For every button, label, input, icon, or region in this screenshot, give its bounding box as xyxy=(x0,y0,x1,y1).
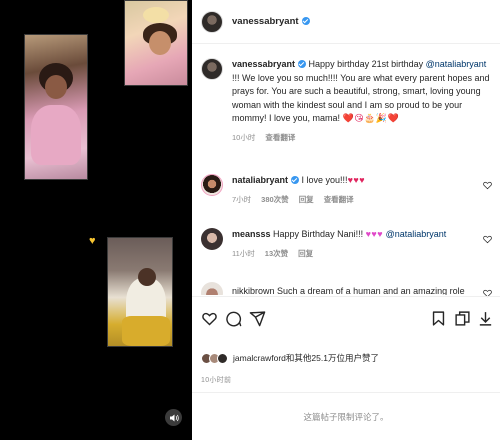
comment-time[interactable]: 7小时 xyxy=(232,194,251,205)
mention-link[interactable]: @nataliabryant xyxy=(383,229,447,239)
avatar[interactable] xyxy=(201,282,223,295)
photo-basketball-court xyxy=(107,237,173,347)
comment-meta: 11小时 13次赞 回复 xyxy=(232,248,493,259)
verified-badge-icon xyxy=(291,176,300,184)
comments-limited-notice: 这篇帖子限制评论了。 xyxy=(192,392,500,440)
action-bar xyxy=(192,296,500,348)
likes-summary[interactable]: jamalcrawford和其他25.1万位用户赞了 xyxy=(201,348,379,368)
volume-icon[interactable] xyxy=(165,409,182,426)
comment-like-heart-icon[interactable] xyxy=(483,235,492,244)
comment-emojis: ♥♥♥ xyxy=(365,229,384,239)
heart-icon[interactable] xyxy=(201,310,218,327)
mention-link[interactable]: @nataliabryant xyxy=(426,59,487,69)
save-icon[interactable] xyxy=(430,310,447,327)
comment-text: nikkibrown Such a dream of a human and a… xyxy=(232,286,465,295)
caption-emojis: ❤️😘🎂🎉❤️ xyxy=(342,113,400,123)
liker-avatars xyxy=(201,352,228,364)
post-header: vanessabryant xyxy=(192,0,500,44)
comment-item: nataliabryant I love you!!!♥♥♥ 7小时 380次赞… xyxy=(201,174,493,205)
post-panel: vanessabryant vanessabryant Happy birthd… xyxy=(192,0,500,440)
photo-girl-with-bow xyxy=(124,0,188,86)
comment-text: meansss Happy Birthday Nani!!! ♥♥♥ @nata… xyxy=(232,229,447,239)
avatar[interactable] xyxy=(201,10,223,33)
comment-item: meansss Happy Birthday Nani!!! ♥♥♥ @nata… xyxy=(201,228,493,259)
reply-link[interactable]: 回复 xyxy=(298,248,313,259)
notice-text: 这篇帖子限制评论了。 xyxy=(303,411,389,422)
post-media[interactable]: ♥ xyxy=(0,0,192,440)
likes-text[interactable]: jamalcrawford和其他25.1万位用户赞了 xyxy=(233,352,379,364)
caption-text: vanessabryant Happy birthday 21st birthd… xyxy=(232,59,490,123)
comment-emojis: ♥♥♥ xyxy=(347,175,366,185)
comment-time[interactable]: 11小时 xyxy=(232,248,255,259)
avatar[interactable] xyxy=(201,174,223,196)
verified-badge-icon xyxy=(298,60,307,68)
download-icon[interactable] xyxy=(477,310,494,327)
copy-icon[interactable] xyxy=(454,310,471,327)
reply-link[interactable]: 回复 xyxy=(299,194,314,205)
comment-like-heart-icon[interactable] xyxy=(483,181,492,190)
comment-likes[interactable]: 380次赞 xyxy=(261,194,289,205)
comment-meta: 7小时 380次赞 回复 查看翻译 xyxy=(232,194,493,205)
share-icon[interactable] xyxy=(249,310,266,327)
yellow-heart-icon: ♥ xyxy=(89,235,96,247)
avatar[interactable] xyxy=(201,228,223,250)
caption: vanessabryant Happy birthday 21st birthd… xyxy=(201,58,493,143)
comment-icon[interactable] xyxy=(225,310,242,327)
comment-username[interactable]: nikkibrown xyxy=(232,286,275,295)
header-username[interactable]: vanessabryant xyxy=(232,16,310,27)
comment-likes[interactable]: 13次赞 xyxy=(265,248,288,259)
caption-time[interactable]: 10小时 xyxy=(232,132,255,143)
caption-meta: 10小时 查看翻译 xyxy=(232,132,493,143)
verified-badge-icon xyxy=(301,17,310,25)
translate-link[interactable]: 查看翻译 xyxy=(265,132,295,143)
comment-username[interactable]: nataliabryant xyxy=(232,175,288,185)
photo-girl-pink-dress xyxy=(24,34,88,180)
avatar[interactable] xyxy=(201,58,223,80)
comment-text: nataliabryant I love you!!!♥♥♥ xyxy=(232,175,366,185)
post-timestamp[interactable]: 10小时前 xyxy=(201,375,231,385)
translate-link[interactable]: 查看翻译 xyxy=(324,194,354,205)
caption-username[interactable]: vanessabryant xyxy=(232,59,295,69)
comment-username[interactable]: meansss xyxy=(232,229,271,239)
comment-item: nikkibrown Such a dream of a human and a… xyxy=(201,282,500,295)
